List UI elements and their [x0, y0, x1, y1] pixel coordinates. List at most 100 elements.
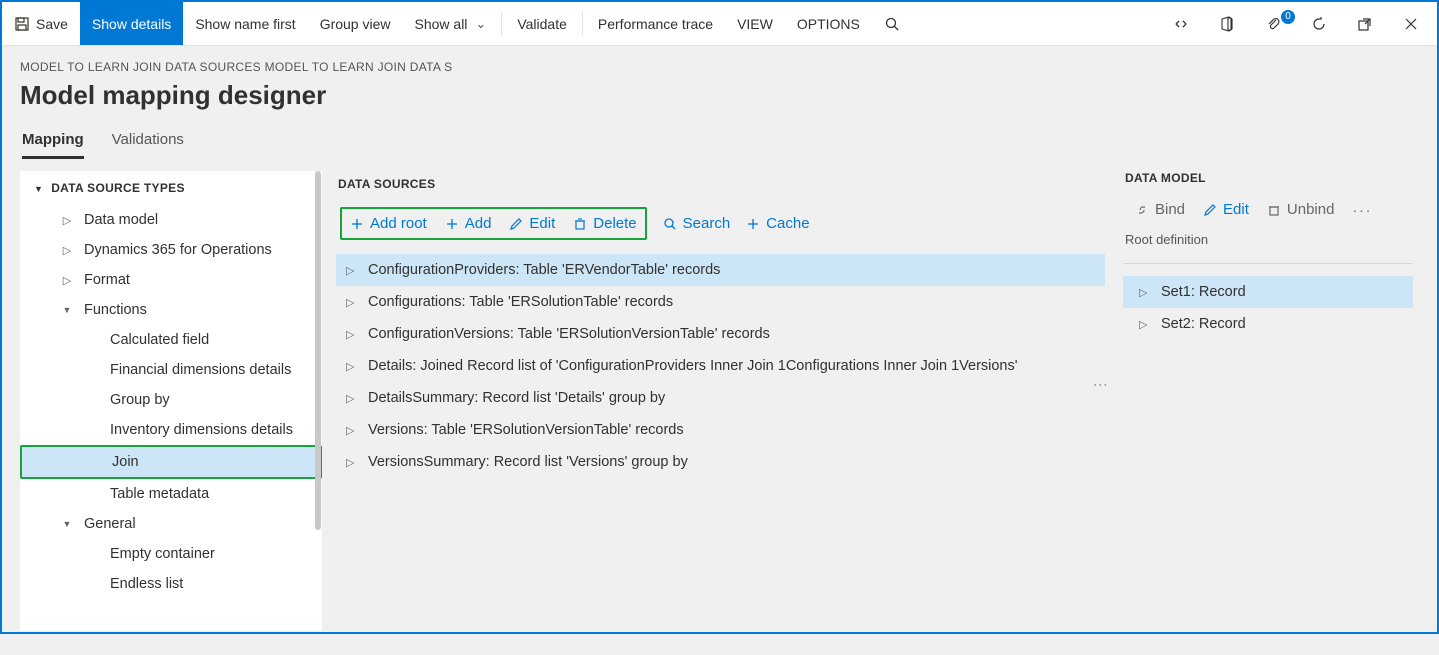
save-icon [14, 16, 30, 32]
caret-icon [346, 328, 356, 341]
refresh-button[interactable] [1305, 16, 1333, 32]
scrollbar[interactable] [315, 171, 321, 631]
bind-label: Bind [1155, 201, 1185, 218]
data-source-item-label: ConfigurationVersions: Table 'ERSolution… [368, 326, 770, 342]
data-source-item-label: Versions: Table 'ERSolutionVersionTable'… [368, 422, 684, 438]
tree-item[interactable]: Inventory dimensions details [20, 415, 322, 445]
paperclip-icon [1265, 16, 1281, 32]
options-menu[interactable]: OPTIONS [785, 2, 872, 45]
more-icon[interactable]: ··· [1352, 202, 1372, 218]
page-title: Model mapping designer [20, 80, 1419, 111]
caret-icon [346, 264, 356, 277]
collapse-icon [34, 181, 43, 195]
data-source-types-header-label: DATA SOURCE TYPES [51, 181, 185, 195]
tree-item[interactable]: Endless list [20, 569, 322, 599]
edit-dm-button[interactable]: Edit [1203, 201, 1249, 218]
cache-button[interactable]: Cache [746, 215, 809, 232]
caret-icon [1139, 318, 1149, 331]
tree-item[interactable]: Table metadata [20, 479, 322, 509]
data-sources-panel: DATA SOURCES Add root Add Edit [322, 171, 1119, 655]
caret-icon [60, 519, 74, 529]
search-button-mid[interactable]: Search [663, 215, 731, 232]
tree-item[interactable]: Empty container [20, 539, 322, 569]
search-button[interactable] [872, 2, 912, 45]
edit-dm-label: Edit [1223, 201, 1249, 218]
tree-item-label: Inventory dimensions details [110, 422, 293, 438]
chevron-down-icon [473, 15, 486, 32]
show-details-label: Show details [92, 16, 171, 32]
data-model-item[interactable]: Set2: Record [1123, 308, 1413, 340]
data-source-item[interactable]: Versions: Table 'ERSolutionVersionTable'… [336, 414, 1105, 446]
tree-item[interactable]: Functions [20, 295, 322, 325]
caret-icon [346, 424, 356, 437]
breadcrumb: MODEL TO LEARN JOIN DATA SOURCES MODEL T… [20, 60, 1419, 74]
app-toolbar: Save Show details Show name first Group … [2, 2, 1437, 46]
root-definition-label: Root definition [1123, 232, 1413, 257]
data-source-item-label: DetailsSummary: Record list 'Details' gr… [368, 390, 665, 406]
data-source-item[interactable]: VersionsSummary: Record list 'Versions' … [336, 446, 1105, 478]
unbind-button[interactable]: Unbind [1267, 201, 1335, 218]
tree-item-label: General [84, 516, 136, 532]
data-source-item[interactable]: ConfigurationProviders: Table 'ERVendorT… [336, 254, 1105, 286]
plus-icon [445, 217, 459, 231]
data-sources-list: ⋮ ConfigurationProviders: Table 'ERVendo… [336, 254, 1105, 478]
caret-icon [60, 274, 74, 287]
data-sources-header: DATA SOURCES [336, 171, 1105, 201]
attachments-button[interactable]: 0 [1259, 16, 1287, 32]
tree-item-label: Empty container [110, 546, 215, 562]
data-source-item[interactable]: DetailsSummary: Record list 'Details' gr… [336, 382, 1105, 414]
office-button[interactable] [1213, 16, 1241, 32]
data-model-panel: DATA MODEL Bind Edit Unbind ··· Root def… [1119, 171, 1419, 655]
plus-icon [746, 217, 760, 231]
data-source-item[interactable]: Configurations: Table 'ERSolutionTable' … [336, 286, 1105, 318]
tree-item[interactable]: General [20, 509, 322, 539]
data-source-types-tree: Data modelDynamics 365 for OperationsFor… [20, 205, 322, 631]
tree-item-label: Table metadata [110, 486, 209, 502]
add-root-button[interactable]: Add root [350, 215, 427, 232]
data-source-types-header[interactable]: DATA SOURCE TYPES [20, 171, 322, 205]
connector-icon-button[interactable] [1167, 16, 1195, 32]
popout-button[interactable] [1351, 16, 1379, 32]
data-sources-toolbar: Add root Add Edit Delete [336, 201, 1105, 246]
divider [1123, 263, 1413, 264]
tree-item-label: Financial dimensions details [110, 362, 291, 378]
add-button[interactable]: Add [445, 215, 492, 232]
tab-mapping[interactable]: Mapping [22, 125, 84, 159]
save-button-label: Save [36, 16, 68, 32]
data-source-item[interactable]: Details: Joined Record list of 'Configur… [336, 350, 1105, 382]
tree-item[interactable]: Format [20, 265, 322, 295]
validate-button[interactable]: Validate [505, 2, 579, 45]
tree-item[interactable]: Dynamics 365 for Operations [20, 235, 322, 265]
tree-item[interactable]: Join [20, 445, 322, 479]
data-model-item[interactable]: Set1: Record [1123, 276, 1413, 308]
caret-icon [346, 360, 356, 373]
group-view-button[interactable]: Group view [308, 2, 403, 45]
data-source-types-panel: DATA SOURCE TYPES Data modelDynamics 365… [20, 171, 322, 631]
edit-button[interactable]: Edit [509, 215, 555, 232]
view-menu[interactable]: VIEW [725, 2, 785, 45]
performance-trace-button[interactable]: Performance trace [586, 2, 725, 45]
tree-item[interactable]: Financial dimensions details [20, 355, 322, 385]
close-button[interactable] [1397, 16, 1425, 32]
show-details-button[interactable]: Show details [80, 2, 183, 45]
tree-item[interactable]: Data model [20, 205, 322, 235]
show-name-first-button[interactable]: Show name first [183, 2, 307, 45]
overflow-icon[interactable]: ⋮ [1093, 378, 1109, 394]
show-all-dropdown[interactable]: Show all [403, 2, 499, 45]
data-model-header: DATA MODEL [1123, 171, 1413, 199]
delete-label: Delete [593, 215, 636, 232]
bind-button[interactable]: Bind [1135, 201, 1185, 218]
delete-button[interactable]: Delete [573, 215, 636, 232]
data-model-list: Set1: RecordSet2: Record [1123, 276, 1413, 340]
tab-validations[interactable]: Validations [112, 125, 184, 159]
connector-icon [1173, 16, 1189, 32]
data-source-item[interactable]: ConfigurationVersions: Table 'ERSolution… [336, 318, 1105, 350]
data-source-item-label: Configurations: Table 'ERSolutionTable' … [368, 294, 673, 310]
tree-item[interactable]: Calculated field [20, 325, 322, 355]
options-label: OPTIONS [797, 16, 860, 32]
caret-icon [60, 244, 74, 257]
tree-item[interactable]: Group by [20, 385, 322, 415]
show-name-first-label: Show name first [195, 16, 295, 32]
refresh-icon [1311, 16, 1327, 32]
save-button[interactable]: Save [2, 2, 80, 45]
